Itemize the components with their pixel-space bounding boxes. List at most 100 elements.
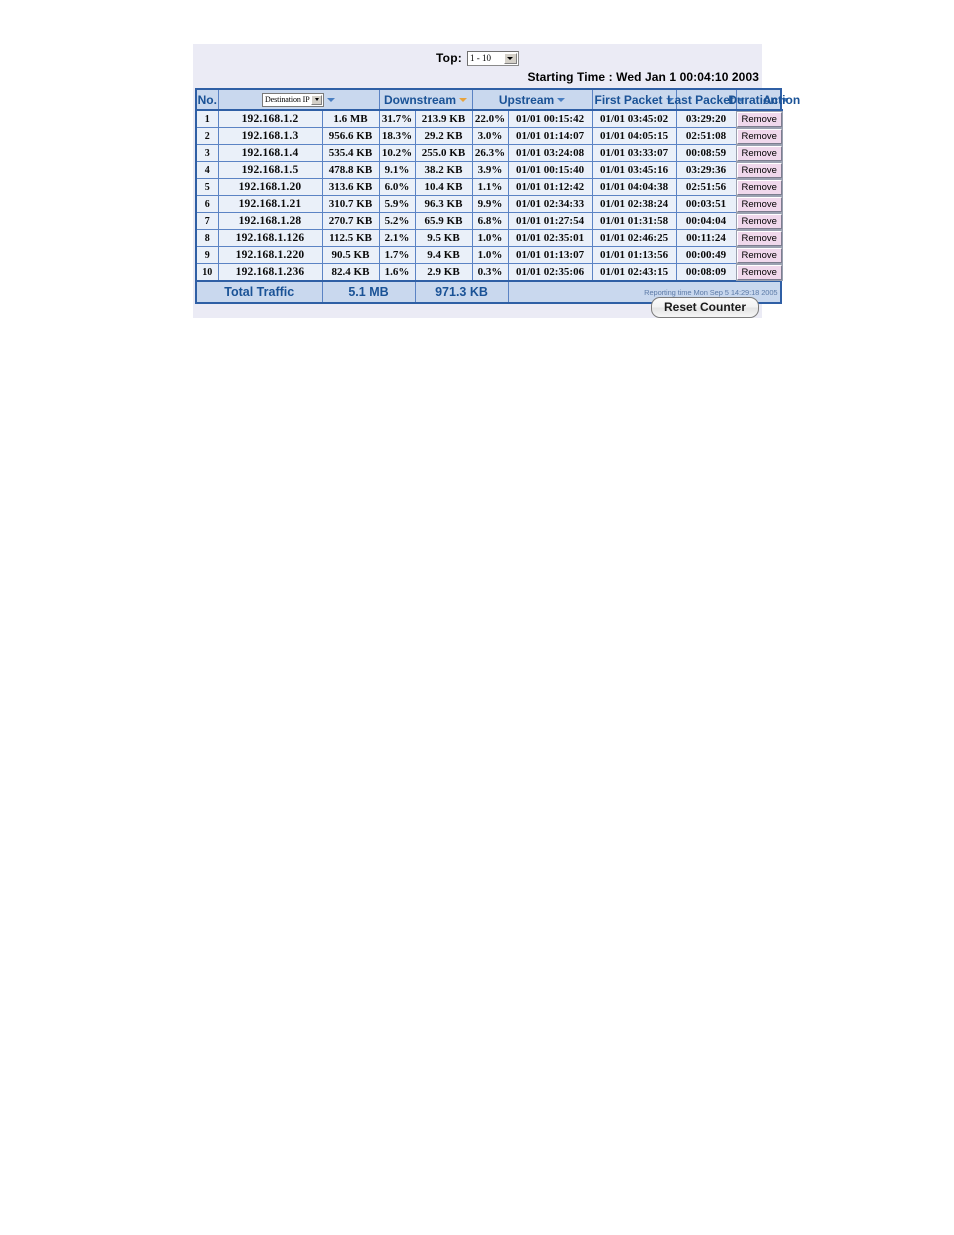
starting-time-label: Starting Time : Wed Jan 1 00:04:10 2003 <box>527 70 759 84</box>
cell-ip: 192.168.1.21 <box>217 195 323 213</box>
cell-first-packet: 01/01 02:35:01 <box>507 229 593 247</box>
cell-downstream: 313.6 KB <box>321 178 380 196</box>
cell-duration: 00:08:59 <box>675 144 737 162</box>
cell-last-packet: 01/01 02:43:15 <box>591 263 677 282</box>
cell-duration: 02:51:08 <box>675 127 737 145</box>
cell-ip: 192.168.1.28 <box>217 212 323 230</box>
cell-no: 6 <box>195 195 219 213</box>
cell-first-packet: 01/01 01:12:42 <box>507 178 593 196</box>
remove-button[interactable]: Remove <box>736 247 782 263</box>
cell-duration: 00:04:04 <box>675 212 737 230</box>
cell-no: 2 <box>195 127 219 145</box>
cell-last-packet: 01/01 01:31:58 <box>591 212 677 230</box>
remove-button[interactable]: Remove <box>736 128 782 144</box>
cell-first-packet: 01/01 02:34:33 <box>507 195 593 213</box>
sort-arrow-icon-upstream[interactable] <box>557 97 566 102</box>
cell-downstream: 90.5 KB <box>321 246 380 264</box>
remove-button[interactable]: Remove <box>736 179 782 195</box>
cell-upstream: 9.5 KB <box>414 229 473 247</box>
cell-downstream: 478.8 KB <box>321 161 380 179</box>
cell-upstream-pct: 1.0% <box>471 246 509 264</box>
remove-button[interactable]: Remove <box>736 264 782 280</box>
cell-upstream-pct: 1.0% <box>471 229 509 247</box>
top-range-value: 1 - 10 <box>469 53 491 63</box>
col-header-last-packet-label: Last Packet <box>667 92 734 107</box>
col-header-first-packet[interactable]: First Packet <box>591 88 677 111</box>
top-label: Top: <box>436 51 462 65</box>
cell-upstream: 213.9 KB <box>414 109 473 128</box>
page-root: Top: 1 - 10 Starting Time : Wed Jan 1 00… <box>0 0 954 1235</box>
cell-action: Remove <box>735 144 782 162</box>
reset-counter-row: Reset Counter <box>193 297 759 318</box>
table-row: 6 192.168.1.21 310.7 KB 5.9% 96.3 KB 9.9% 01/0… <box>195 195 782 213</box>
remove-button[interactable]: Remove <box>736 230 782 246</box>
cell-duration: 02:51:56 <box>675 178 737 196</box>
remove-button[interactable]: Remove <box>736 162 782 178</box>
cell-upstream: 255.0 KB <box>414 144 473 162</box>
remove-button[interactable]: Remove <box>736 196 782 212</box>
table-row: 3 192.168.1.4 535.4 KB 10.2% 255.0 KB 26.3% 01… <box>195 144 782 162</box>
cell-downstream-pct: 18.3% <box>378 127 416 145</box>
cell-downstream-pct: 5.9% <box>378 195 416 213</box>
cell-action: Remove <box>735 195 782 213</box>
cell-ip: 192.168.1.5 <box>217 161 323 179</box>
cell-duration: 00:11:24 <box>675 229 737 247</box>
top-range-select[interactable]: 1 - 10 <box>466 50 519 66</box>
cell-action: Remove <box>735 246 782 264</box>
cell-ip: 192.168.1.126 <box>217 229 323 247</box>
col-header-downstream-label: Downstream <box>383 92 457 107</box>
chevron-down-icon[interactable] <box>503 52 517 64</box>
table-row: 5 192.168.1.20 313.6 KB 6.0% 10.4 KB 1.1% 01/0… <box>195 178 782 196</box>
table-row: 8 192.168.1.126 112.5 KB 2.1% 9.5 KB 1.0% 01/0… <box>195 229 782 247</box>
cell-action: Remove <box>735 229 782 247</box>
cell-upstream: 96.3 KB <box>414 195 473 213</box>
cell-upstream-pct: 6.8% <box>471 212 509 230</box>
cell-first-packet: 01/01 00:15:42 <box>507 109 593 128</box>
col-header-downstream[interactable]: Downstream <box>378 88 473 111</box>
sort-arrow-icon-ip[interactable] <box>327 97 335 102</box>
cell-no: 8 <box>195 229 219 247</box>
cell-no: 3 <box>195 144 219 162</box>
cell-last-packet: 01/01 03:33:07 <box>591 144 677 162</box>
traffic-table: No. Destination IP Downstream Upstream F… <box>195 88 800 304</box>
reset-counter-button[interactable]: Reset Counter <box>650 297 759 318</box>
cell-downstream-pct: 2.1% <box>378 229 416 247</box>
cell-last-packet: 01/01 03:45:02 <box>591 109 677 128</box>
col-header-upstream-label: Upstream <box>498 92 555 107</box>
cell-last-packet: 01/01 01:13:56 <box>591 246 677 264</box>
cell-downstream: 956.6 KB <box>321 127 380 145</box>
cell-downstream-pct: 9.1% <box>378 161 416 179</box>
remove-button[interactable]: Remove <box>736 213 782 229</box>
cell-last-packet: 01/01 03:45:16 <box>591 161 677 179</box>
cell-downstream: 82.4 KB <box>321 263 380 282</box>
cell-ip: 192.168.1.236 <box>217 263 323 282</box>
cell-last-packet: 01/01 02:38:24 <box>591 195 677 213</box>
col-header-no: No. <box>195 88 219 111</box>
cell-ip: 192.168.1.2 <box>217 109 323 128</box>
cell-action: Remove <box>735 212 782 230</box>
cell-duration: 00:03:51 <box>675 195 737 213</box>
cell-no: 10 <box>195 263 219 282</box>
cell-upstream: 38.2 KB <box>414 161 473 179</box>
cell-first-packet: 01/01 02:35:06 <box>507 263 593 282</box>
cell-first-packet: 01/01 03:24:08 <box>507 144 593 162</box>
cell-downstream-pct: 31.7% <box>378 109 416 128</box>
cell-ip: 192.168.1.4 <box>217 144 323 162</box>
remove-button[interactable]: Remove <box>736 145 782 161</box>
col-header-action-label: Action <box>762 92 801 107</box>
ip-type-select[interactable]: Destination IP <box>262 92 324 107</box>
cell-no: 1 <box>195 109 219 128</box>
chevron-down-icon[interactable] <box>311 94 322 105</box>
ip-type-value: Destination IP <box>265 95 310 104</box>
remove-button[interactable]: Remove <box>736 111 782 127</box>
cell-no: 7 <box>195 212 219 230</box>
cell-upstream-pct: 3.0% <box>471 127 509 145</box>
col-header-upstream[interactable]: Upstream <box>471 88 593 111</box>
cell-no: 4 <box>195 161 219 179</box>
cell-upstream-pct: 26.3% <box>471 144 509 162</box>
sort-arrow-icon-downstream[interactable] <box>459 97 468 102</box>
cell-action: Remove <box>735 178 782 196</box>
table-row: 7 192.168.1.28 270.7 KB 5.2% 65.9 KB 6.8% 01/0… <box>195 212 782 230</box>
cell-ip: 192.168.1.220 <box>217 246 323 264</box>
col-header-last-packet[interactable]: Last Packet <box>667 88 745 111</box>
